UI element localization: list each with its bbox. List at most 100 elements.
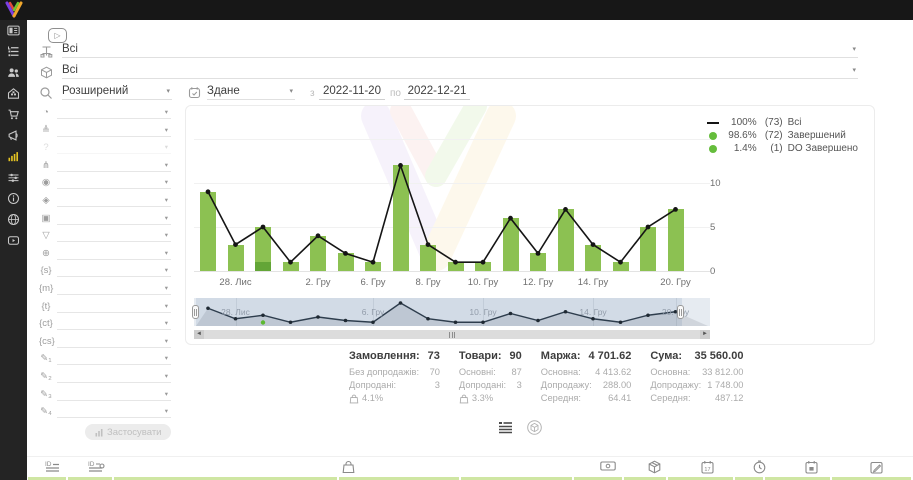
dashboard-icon	[6, 23, 21, 38]
scroll-right-icon[interactable]: ►	[700, 330, 710, 339]
date-to-input[interactable]: 2022-12-21	[404, 85, 470, 100]
play-filter-icon[interactable]: ▷	[48, 28, 67, 43]
sidebar-item-analytics[interactable]	[0, 146, 27, 167]
filter-select[interactable]: ▾	[57, 282, 171, 295]
stat-sub-value: 87	[511, 366, 521, 379]
calendar-edit-column-icon[interactable]	[870, 460, 883, 474]
apply-button[interactable]: Застосувати	[85, 424, 171, 440]
chevron-down-icon: ▾	[165, 372, 168, 380]
search-icon	[39, 86, 53, 100]
date-type-select[interactable]: Здане ▾	[207, 85, 295, 100]
sidebar-item-integrations[interactable]	[0, 209, 27, 230]
chevron-down-icon: ▾	[165, 407, 168, 415]
filter-select[interactable]: ▾	[57, 159, 171, 172]
chart-plot	[194, 112, 710, 271]
stat-column: Товари:90Основні:87Допродані:33.3%	[459, 350, 522, 405]
chevron-down-icon: ▾	[165, 319, 168, 327]
stat-value: 73	[428, 350, 440, 362]
filter-select[interactable]: ▾	[57, 264, 171, 277]
chevron-down-icon: ▾	[165, 196, 168, 204]
clock-column-icon[interactable]	[753, 460, 766, 474]
id-secondary-column-icon[interactable]: ID	[88, 460, 108, 474]
custom-field-4-icon: ✎₄	[39, 406, 53, 417]
date-from-input[interactable]: 2022-11-20	[319, 85, 385, 100]
product-group-select[interactable]: Всі ▾	[62, 64, 858, 79]
filter-select[interactable]: ▾	[57, 106, 171, 119]
legend-row[interactable]: 1.4%(1)DO Завершено	[706, 142, 858, 155]
order-list-icon	[6, 44, 21, 59]
filter-select[interactable]: ▾	[57, 335, 171, 348]
sliders-icon	[6, 170, 21, 185]
app-window: ▷ Всі ▾ Всі ▾ Розширений ▾	[0, 0, 913, 480]
sidebar-item-customers[interactable]	[0, 62, 27, 83]
product-cube-icon	[40, 66, 53, 79]
filter-select[interactable]: ▾	[57, 405, 171, 418]
apply-button-label: Застосувати	[107, 427, 161, 438]
filter-select[interactable]: ▾	[57, 317, 171, 330]
utm-term-icon: {t}	[39, 301, 53, 312]
legend-percent: 100%	[724, 117, 757, 128]
stat-title: Товари:	[459, 350, 502, 362]
brush-tick-label: 14. Гру	[579, 307, 606, 317]
stat-sub-value: 3	[435, 379, 440, 392]
package-view-icon[interactable]	[527, 420, 542, 435]
table-header-bar: ID ID 17	[27, 456, 913, 477]
filter-select[interactable]: ▾	[57, 370, 171, 383]
filter-select[interactable]: ▾	[57, 141, 171, 154]
filter-select[interactable]: ▾	[57, 247, 171, 260]
stat-upsell-percent: 3.3%	[472, 392, 493, 405]
scroll-left-icon[interactable]: ◄	[194, 330, 204, 339]
filter-select[interactable]: ▾	[57, 212, 171, 225]
website-icon: ⊕	[39, 248, 53, 259]
sidebar-item-video[interactable]	[0, 230, 27, 251]
funnel-icon: ▽	[39, 230, 53, 241]
filter-select[interactable]: ▾	[57, 176, 171, 189]
filter-select[interactable]: ▾	[57, 388, 171, 401]
stat-column: Замовлення:73Без допродажів:70Допродані:…	[349, 350, 440, 405]
line-series	[194, 112, 710, 271]
date-from-label: з	[310, 88, 315, 99]
legend-row[interactable]: 100%(73)Всі	[706, 116, 858, 129]
sidebar-item-info[interactable]	[0, 188, 27, 209]
filter-select[interactable]: ▾	[57, 194, 171, 207]
filter-select[interactable]: ▾	[57, 124, 171, 137]
y-axis-tick: 0	[710, 266, 715, 277]
chevron-down-icon: ▾	[852, 66, 856, 74]
timeline-brush[interactable]: 28. Лис6. Гру10. Гру14. Гру20. Гру	[194, 298, 710, 326]
stat-value: 90	[510, 350, 522, 362]
sidebar-item-marketing[interactable]	[0, 125, 27, 146]
search-mode-value: Розширений	[62, 85, 128, 97]
order-status-value: Всі	[62, 43, 78, 55]
package-column-icon[interactable]	[648, 460, 661, 474]
date-type-value: Здане	[207, 85, 240, 97]
brush-handle-left[interactable]	[192, 305, 199, 319]
stat-sub-label: Без допродажів:	[349, 366, 419, 379]
legend-row[interactable]: 98.6%(72)Завершений	[706, 129, 858, 142]
calendar-box-column-icon[interactable]	[805, 460, 818, 474]
search-mode-select[interactable]: Розширений ▾	[62, 85, 172, 100]
chevron-down-icon: ▾	[165, 161, 168, 169]
sidebar-item-order-list[interactable]	[0, 41, 27, 62]
order-status-select[interactable]: Всі ▾	[62, 43, 858, 58]
scrollbar-grip-icon[interactable]	[449, 332, 455, 338]
bag-column-icon[interactable]	[342, 460, 355, 474]
list-view-icon[interactable]	[499, 422, 513, 434]
sidebar-item-dashboard[interactable]	[0, 20, 27, 41]
sidebar-item-cart[interactable]	[0, 104, 27, 125]
filter-select[interactable]: ▾	[57, 229, 171, 242]
x-axis-tick: 20. Гру	[660, 277, 690, 288]
brush-handle-right[interactable]	[677, 305, 684, 319]
utm-source-icon: {s}	[39, 265, 53, 276]
sidebar-item-sliders[interactable]	[0, 167, 27, 188]
chevron-down-icon: ▾	[165, 143, 168, 151]
id-primary-column-icon[interactable]: ID	[45, 460, 63, 474]
calendar-date-column-icon[interactable]: 17	[701, 460, 714, 474]
horizontal-scrollbar[interactable]: ◄ ►	[194, 330, 710, 339]
filter-row: ◔▾	[35, 106, 187, 124]
filter-select[interactable]: ▾	[57, 300, 171, 313]
stat-sub-label: Основна:	[541, 366, 581, 379]
brush-tick-label: 28. Лис	[221, 307, 250, 317]
filter-select[interactable]: ▾	[57, 352, 171, 365]
sidebar-item-warehouse[interactable]	[0, 83, 27, 104]
money-column-icon[interactable]	[600, 460, 616, 472]
